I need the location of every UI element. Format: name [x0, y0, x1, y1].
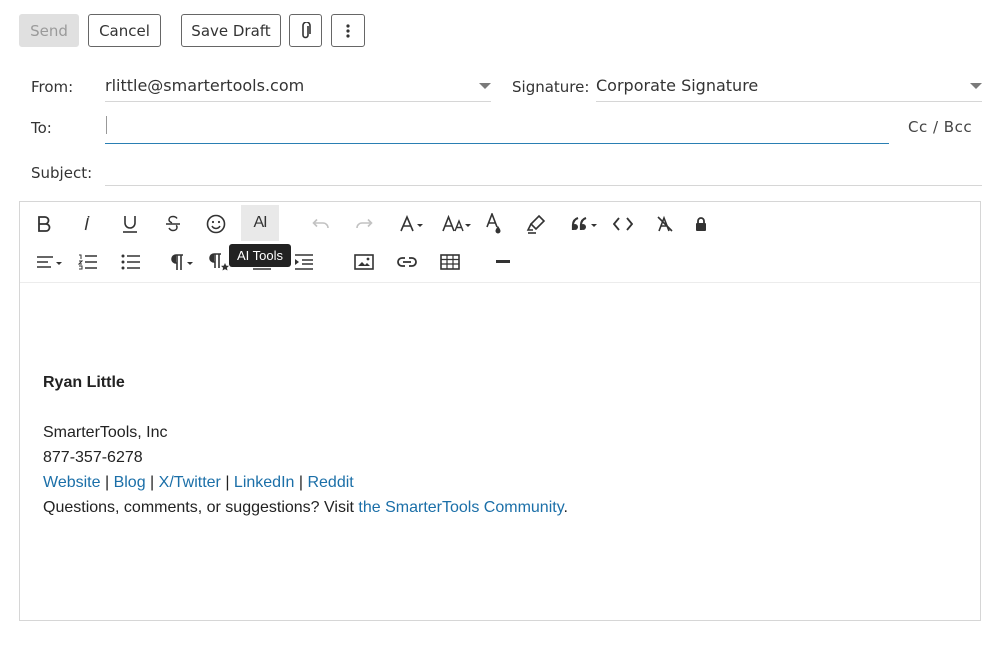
- x-twitter-link[interactable]: X/Twitter: [159, 474, 221, 491]
- redo-icon: [356, 218, 373, 229]
- cancel-button[interactable]: Cancel: [88, 14, 161, 47]
- signature-links: Website | Blog | X/Twitter | LinkedIn | …: [43, 474, 354, 492]
- insert-link-button[interactable]: [388, 244, 426, 280]
- paperclip-icon: [301, 21, 311, 38]
- paragraph-format-button[interactable]: [160, 244, 204, 280]
- font-size-icon: [442, 215, 471, 232]
- paragraph-icon: [171, 254, 193, 270]
- subject-input[interactable]: [105, 156, 982, 186]
- blog-link[interactable]: Blog: [114, 474, 146, 491]
- insert-table-button[interactable]: [431, 244, 469, 280]
- lock-button[interactable]: [682, 206, 720, 242]
- from-select[interactable]: rlittle@smartertools.com: [105, 72, 491, 102]
- chevron-down-icon: [479, 83, 491, 89]
- smiley-icon: [206, 214, 226, 234]
- underline-icon: [123, 216, 137, 233]
- from-label: From:: [31, 78, 74, 96]
- underline-button[interactable]: [111, 206, 149, 242]
- link-separator: |: [294, 474, 308, 491]
- table-icon: [440, 254, 460, 270]
- highlighter-icon: [526, 214, 546, 234]
- send-button[interactable]: Send: [19, 14, 79, 47]
- horizontal-rule-icon: [496, 260, 510, 263]
- ai-icon: AI: [253, 214, 267, 231]
- emoji-button[interactable]: [197, 206, 235, 242]
- to-label: To:: [31, 119, 52, 137]
- quote-button[interactable]: [563, 206, 607, 242]
- font-family-icon: [400, 215, 423, 232]
- undo-button[interactable]: [302, 206, 340, 242]
- message-editor[interactable]: AI AI Tools Ryan Little SmarterTools, In…: [19, 201, 981, 621]
- signature-value: Corporate Signature: [596, 76, 759, 95]
- undo-icon: [312, 218, 329, 229]
- to-input[interactable]: [105, 114, 889, 144]
- cc-bcc-link[interactable]: Cc / Bcc: [908, 118, 972, 136]
- ai-tools-tooltip: AI Tools: [229, 244, 292, 267]
- align-button[interactable]: [28, 244, 72, 280]
- community-link[interactable]: the SmarterTools Community: [358, 499, 563, 516]
- ai-tools-button[interactable]: AI: [241, 205, 279, 241]
- more-options-button[interactable]: [331, 14, 365, 47]
- link-separator: |: [145, 474, 159, 491]
- signature-name: Ryan Little: [43, 374, 125, 391]
- font-size-button[interactable]: [435, 206, 479, 242]
- signature-community-line: Questions, comments, or suggestions? Vis…: [43, 499, 568, 517]
- vertical-ellipsis-icon: [346, 23, 350, 38]
- lock-icon: [696, 217, 706, 231]
- italic-icon: [84, 216, 90, 231]
- font-color-button[interactable]: [475, 206, 513, 242]
- font-color-icon: [486, 213, 501, 234]
- clear-format-icon: [657, 215, 673, 232]
- image-icon: [354, 254, 374, 270]
- bold-button[interactable]: [25, 206, 63, 242]
- text-cursor: [106, 116, 107, 134]
- save-draft-button[interactable]: Save Draft: [181, 14, 281, 47]
- signature-phone: 877-357-6278: [43, 449, 143, 466]
- attach-button[interactable]: [289, 14, 322, 47]
- bold-icon: [38, 216, 51, 232]
- editor-toolbar: AI AI Tools: [20, 202, 980, 283]
- indent-icon: [295, 254, 313, 270]
- redo-button[interactable]: [345, 206, 383, 242]
- signature-select[interactable]: Corporate Signature: [596, 72, 982, 102]
- website-link[interactable]: Website: [43, 474, 101, 491]
- link-separator: |: [220, 474, 234, 491]
- strikethrough-icon: [166, 215, 180, 232]
- code-view-button[interactable]: [604, 206, 642, 242]
- clear-formatting-button[interactable]: [646, 206, 684, 242]
- bullet-list-icon: [121, 254, 140, 270]
- align-left-icon: [37, 256, 62, 268]
- from-value: rlittle@smartertools.com: [105, 76, 305, 95]
- community-suffix: .: [563, 499, 568, 516]
- ordered-list-button[interactable]: [69, 244, 107, 280]
- signature-label: Signature:: [512, 78, 590, 96]
- reddit-link[interactable]: Reddit: [307, 474, 353, 491]
- italic-button[interactable]: [68, 206, 106, 242]
- insert-image-button[interactable]: [345, 244, 383, 280]
- font-family-button[interactable]: [393, 206, 431, 242]
- quote-icon: [571, 216, 597, 230]
- community-prefix: Questions, comments, or suggestions? Vis…: [43, 499, 359, 516]
- signature-company: SmarterTools, Inc: [43, 424, 168, 441]
- code-icon: [613, 217, 633, 231]
- subject-label: Subject:: [31, 164, 93, 182]
- chevron-down-icon: [970, 83, 982, 89]
- horizontal-line-button[interactable]: [484, 244, 522, 280]
- linkedin-link[interactable]: LinkedIn: [234, 474, 295, 491]
- unordered-list-button[interactable]: [112, 244, 150, 280]
- ordered-list-icon: [78, 254, 97, 270]
- strikethrough-button[interactable]: [154, 206, 192, 242]
- link-icon: [397, 257, 417, 267]
- link-separator: |: [100, 474, 114, 491]
- highlight-button[interactable]: [517, 206, 555, 242]
